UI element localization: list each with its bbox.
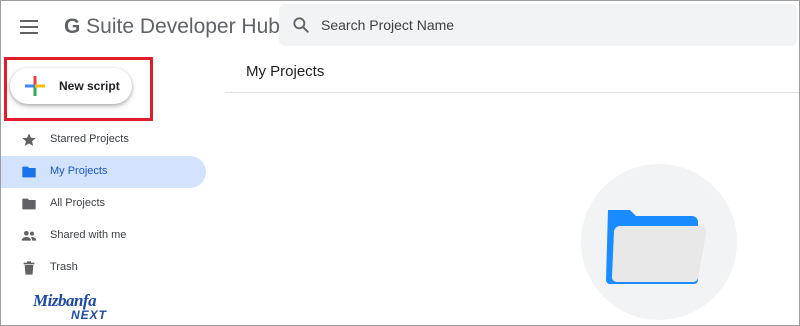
watermark-logo-line2: NEXT bbox=[71, 308, 108, 322]
sidebar-item-label: All Projects bbox=[50, 197, 106, 209]
google-plus-icon bbox=[25, 76, 45, 96]
sidebar-item-starred-projects[interactable]: Starred Projects bbox=[1, 124, 206, 156]
sidebar-item-shared-with-me[interactable]: Shared with me bbox=[1, 220, 206, 252]
folder-icon bbox=[22, 166, 36, 178]
app-window: G Suite Developer Hub New script Starred… bbox=[0, 0, 800, 326]
people-icon bbox=[21, 231, 37, 241]
brand-name: Suite Developer Hub bbox=[80, 15, 280, 38]
trash-icon bbox=[23, 261, 35, 275]
sidebar-item-label: Trash bbox=[50, 261, 78, 273]
sidebar-item-label: Starred Projects bbox=[50, 133, 129, 145]
folder-icon bbox=[22, 198, 36, 210]
search-input[interactable] bbox=[321, 10, 781, 40]
search-bar[interactable] bbox=[279, 4, 797, 46]
hamburger-menu-icon bbox=[20, 20, 38, 34]
new-script-label: New script bbox=[59, 79, 120, 93]
star-icon bbox=[22, 133, 36, 146]
app-title[interactable]: G Suite Developer Hub bbox=[64, 13, 280, 41]
sidebar-item-all-projects[interactable]: All Projects bbox=[1, 188, 206, 220]
sidebar-item-my-projects[interactable]: My Projects bbox=[1, 156, 206, 188]
sidebar-item-label: Shared with me bbox=[50, 229, 127, 241]
title-divider bbox=[225, 92, 799, 93]
page-title: My Projects bbox=[246, 63, 325, 80]
search-icon bbox=[293, 17, 309, 33]
sidebar-item-label: My Projects bbox=[50, 165, 108, 177]
watermark-logo: Mizbanfa NEXT bbox=[33, 291, 123, 325]
brand-g: G bbox=[64, 15, 81, 38]
sidebar-item-trash[interactable]: Trash bbox=[1, 252, 206, 284]
open-folder-icon bbox=[606, 210, 707, 284]
top-app-bar: G Suite Developer Hub bbox=[1, 1, 799, 51]
new-script-button[interactable]: New script bbox=[10, 68, 132, 104]
main-menu-button[interactable] bbox=[13, 11, 45, 43]
